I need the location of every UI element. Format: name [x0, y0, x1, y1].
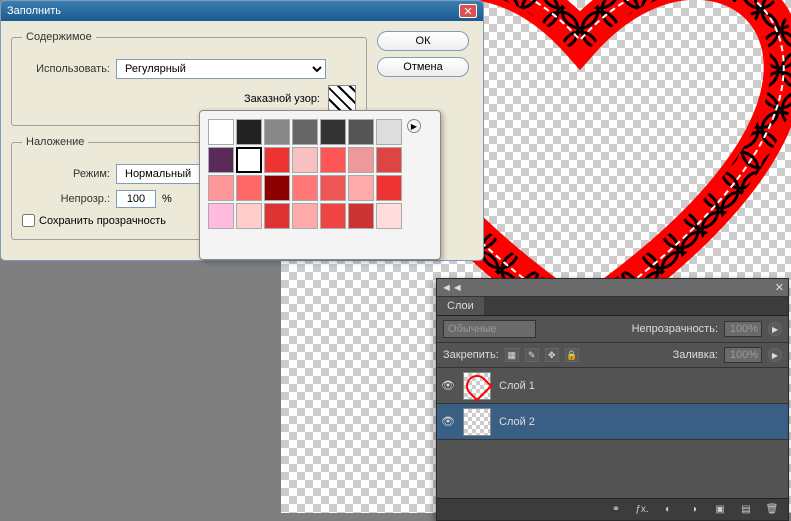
lock-brush-icon[interactable]: ✎ — [525, 348, 539, 362]
pattern-cell[interactable] — [348, 175, 374, 201]
pattern-picker-popup: ▶ — [199, 110, 441, 260]
pattern-cell[interactable] — [236, 175, 262, 201]
close-icon[interactable]: ✕ — [775, 281, 784, 294]
pattern-cell[interactable] — [264, 119, 290, 145]
opacity-pct: % — [162, 193, 172, 205]
layers-empty-area[interactable] — [437, 440, 788, 498]
lock-label: Закрепить: — [443, 349, 499, 361]
pattern-cell[interactable] — [292, 119, 318, 145]
pattern-cell[interactable] — [320, 119, 346, 145]
overlay-legend: Наложение — [22, 136, 88, 148]
layers-tab[interactable]: Слои — [437, 297, 484, 315]
use-select[interactable]: Регулярный — [116, 59, 326, 79]
pattern-cell[interactable] — [348, 203, 374, 229]
layers-bottom-bar: ⚭ ƒx. ◐ ◑ ▣ ▤ 🗑 — [437, 498, 788, 520]
layer-thumbnail[interactable] — [463, 372, 491, 400]
lock-all-icon[interactable]: 🔒 — [565, 348, 579, 362]
lock-pixels-icon[interactable]: ▦ — [505, 348, 519, 362]
layer-name[interactable]: Слой 2 — [495, 416, 788, 428]
pattern-cell[interactable] — [320, 203, 346, 229]
layers-opacity-value[interactable]: 100% — [724, 321, 762, 337]
layer-group-icon[interactable]: ▣ — [712, 503, 728, 517]
new-layer-icon[interactable]: ▤ — [738, 503, 754, 517]
pattern-cell[interactable] — [292, 175, 318, 201]
layers-panel: ◄◄ ✕ Слои Обычные Непрозрачность: 100% ▶… — [436, 278, 789, 521]
pattern-cell[interactable] — [236, 119, 262, 145]
layer-mask-icon[interactable]: ◐ — [660, 503, 676, 517]
fill-label: Заливка: — [673, 349, 718, 361]
pattern-cell[interactable] — [292, 203, 318, 229]
visibility-icon[interactable]: 👁 — [437, 379, 459, 392]
opacity-slider-button[interactable]: ▶ — [768, 322, 782, 336]
pattern-cell[interactable] — [320, 147, 346, 173]
pattern-cell[interactable] — [264, 147, 290, 173]
pattern-cell[interactable] — [208, 119, 234, 145]
delete-layer-icon[interactable]: 🗑 — [764, 503, 780, 517]
pattern-cell[interactable] — [208, 203, 234, 229]
dialog-title: Заполнить — [7, 5, 61, 17]
pattern-cell[interactable] — [376, 175, 402, 201]
layers-opacity-label: Непрозрачность: — [632, 323, 718, 335]
pattern-cell[interactable] — [208, 147, 234, 173]
pattern-cell[interactable] — [236, 203, 262, 229]
blend-mode-select[interactable]: Обычные — [443, 320, 536, 338]
pattern-cell[interactable] — [348, 119, 374, 145]
content-legend: Содержимое — [22, 31, 96, 43]
layers-panel-header[interactable]: ◄◄ ✕ — [437, 279, 788, 297]
pattern-cell[interactable] — [348, 147, 374, 173]
layer-fx-icon[interactable]: ƒx. — [634, 503, 650, 517]
pattern-cell[interactable] — [376, 119, 402, 145]
pattern-grid[interactable] — [208, 119, 402, 251]
pattern-cell[interactable] — [264, 203, 290, 229]
layer-row[interactable]: 👁 Слой 2 — [437, 404, 788, 440]
pattern-cell[interactable] — [264, 175, 290, 201]
visibility-icon[interactable]: 👁 — [437, 415, 459, 428]
adjustment-layer-icon[interactable]: ◑ — [686, 503, 702, 517]
pattern-menu-button[interactable]: ▶ — [407, 119, 421, 133]
pattern-swatch[interactable] — [328, 85, 356, 113]
layer-list: 👁 Слой 1 👁 Слой 2 — [437, 368, 788, 440]
use-label: Использовать: — [22, 63, 110, 75]
pattern-cell[interactable] — [376, 147, 402, 173]
ok-button[interactable]: ОК — [377, 31, 469, 51]
pattern-cell[interactable] — [236, 147, 262, 173]
cancel-button[interactable]: Отмена — [377, 57, 469, 77]
pattern-cell[interactable] — [376, 203, 402, 229]
collapse-icon[interactable]: ◄◄ — [441, 282, 463, 294]
custom-pattern-label: Заказной узор: — [244, 93, 320, 105]
layer-thumbnail[interactable] — [463, 408, 491, 436]
pattern-cell[interactable] — [208, 175, 234, 201]
pattern-cell[interactable] — [292, 147, 318, 173]
lock-position-icon[interactable]: ✥ — [545, 348, 559, 362]
opacity-input[interactable] — [116, 190, 156, 208]
pattern-cell[interactable] — [320, 175, 346, 201]
close-icon: ✕ — [463, 5, 472, 18]
mode-label: Режим: — [22, 168, 110, 180]
layer-row[interactable]: 👁 Слой 1 — [437, 368, 788, 404]
opacity-label: Непрозр.: — [22, 193, 110, 205]
layer-name[interactable]: Слой 1 — [495, 380, 788, 392]
link-layers-icon[interactable]: ⚭ — [608, 503, 624, 517]
fill-slider-button[interactable]: ▶ — [768, 348, 782, 362]
dialog-titlebar[interactable]: Заполнить ✕ — [1, 1, 483, 21]
preserve-transparency-checkbox[interactable] — [22, 214, 35, 227]
fill-value[interactable]: 100% — [724, 347, 762, 363]
close-button[interactable]: ✕ — [459, 4, 477, 18]
preserve-label: Сохранить прозрачность — [39, 215, 166, 227]
